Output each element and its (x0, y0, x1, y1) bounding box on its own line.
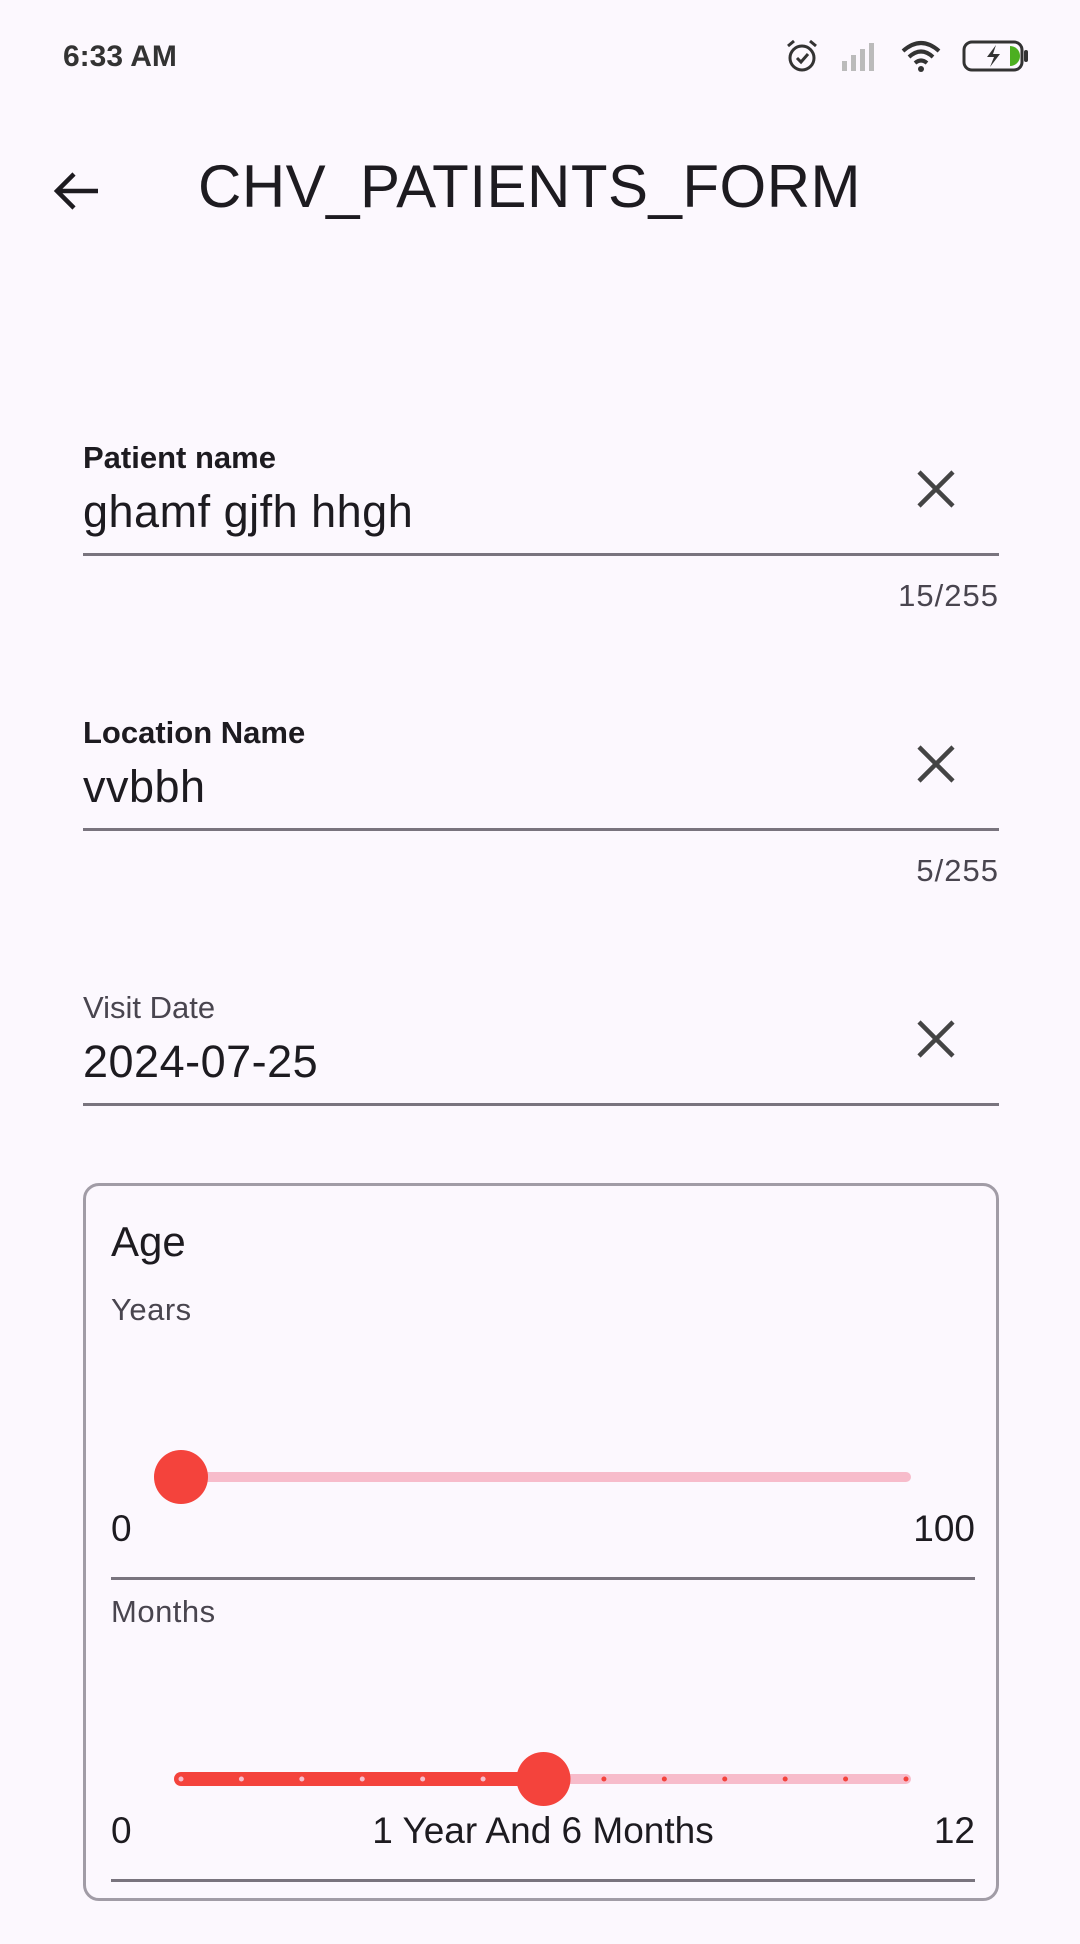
years-min-label: 0 (111, 1508, 132, 1549)
status-icons (784, 36, 1030, 80)
location-name-field[interactable]: Location Name vvbbh 5/255 (83, 693, 999, 889)
months-slider-tick (238, 1776, 244, 1782)
months-label: Months (111, 1594, 216, 1629)
months-range-labels: 0 1 Year And 6 Months 12 (111, 1810, 975, 1860)
months-slider-tick (420, 1776, 426, 1782)
years-divider (111, 1577, 975, 1580)
months-slider-tick (299, 1776, 305, 1782)
close-icon (916, 1019, 956, 1064)
years-slider-thumb (154, 1450, 208, 1504)
months-slider-tick (843, 1776, 849, 1782)
page-title: CHV_PATIENTS_FORM (198, 153, 862, 220)
battery-charging-icon (962, 39, 1030, 78)
years-range-labels: 0 100 (111, 1508, 975, 1558)
months-slider-tick (178, 1776, 184, 1782)
clear-visit-date-button[interactable] (901, 1006, 971, 1076)
close-icon (916, 744, 956, 789)
status-bar: 6:33 AM (0, 0, 1080, 116)
back-button[interactable] (42, 158, 112, 228)
visit-date-input[interactable]: 2024-07-25 (83, 1036, 318, 1088)
months-slider-thumb (516, 1752, 571, 1806)
visit-date-field[interactable]: Visit Date 2024-07-25 (83, 968, 999, 1106)
close-icon (916, 469, 956, 514)
visit-date-label: Visit Date (83, 990, 216, 1025)
years-label: Years (111, 1292, 192, 1327)
signal-icon (840, 39, 880, 78)
patient-name-counter: 15/255 (898, 578, 999, 613)
patient-name-field[interactable]: Patient name ghamf gjfh hhgh 15/255 (83, 418, 999, 614)
location-name-counter: 5/255 (916, 853, 999, 888)
status-time: 6:33 AM (63, 40, 177, 73)
months-slider-tick (359, 1776, 365, 1782)
years-max-label: 100 (913, 1508, 975, 1549)
clear-location-name-button[interactable] (901, 731, 971, 801)
app-bar: CHV_PATIENTS_FORM (0, 116, 1080, 256)
months-max-label: 12 (933, 1810, 975, 1851)
months-slider-tick (661, 1776, 667, 1782)
location-name-input[interactable]: vvbbh (83, 761, 206, 813)
age-title: Age (111, 1218, 186, 1265)
months-slider-tick (722, 1776, 728, 1782)
months-slider-tick (601, 1776, 607, 1782)
months-slider-tick (480, 1776, 486, 1782)
alarm-icon (784, 38, 820, 79)
months-slider-tick (782, 1776, 788, 1782)
age-summary-text: 1 Year And 6 Months (372, 1810, 714, 1851)
arrow-back-icon (52, 166, 102, 221)
patient-name-label: Patient name (83, 440, 276, 475)
age-card: Age Years 0 100 Months 0 1 Year And 6 Mo… (83, 1183, 999, 1901)
clear-patient-name-button[interactable] (901, 456, 971, 526)
location-name-label: Location Name (83, 715, 306, 750)
months-slider-tick (903, 1776, 909, 1782)
months-divider (111, 1879, 975, 1882)
wifi-icon (900, 39, 942, 78)
patient-name-input[interactable]: ghamf gjfh hhgh (83, 486, 413, 538)
